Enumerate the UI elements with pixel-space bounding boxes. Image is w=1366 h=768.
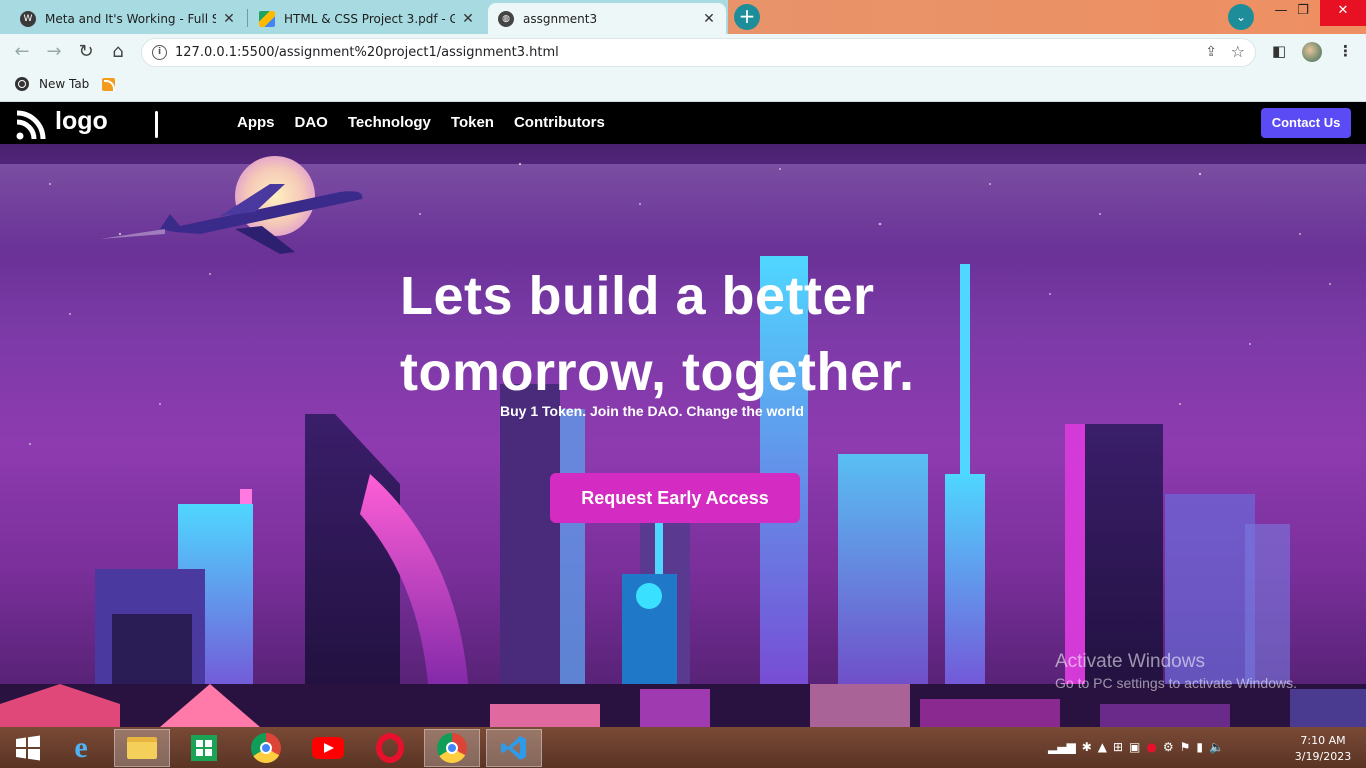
flag-icon[interactable]: ⚑ xyxy=(1180,740,1191,754)
nav-link-contributors[interactable]: Contributors xyxy=(514,114,605,131)
menu-icon[interactable]: ⋮ xyxy=(1338,42,1353,60)
volume-icon[interactable]: 🔈 xyxy=(1209,740,1224,754)
globe-icon xyxy=(15,77,29,91)
side-panel-icon[interactable]: ◧ xyxy=(1272,42,1286,60)
bluetooth-icon[interactable]: ✱ xyxy=(1082,740,1092,754)
youtube-icon[interactable] xyxy=(300,729,356,767)
url-text[interactable]: 127.0.0.1:5500/assignment%20project1/ass… xyxy=(175,45,559,60)
logo-text[interactable]: logo xyxy=(55,107,108,136)
close-window-button[interactable]: ✕ xyxy=(1320,0,1366,26)
tab-search-icon[interactable]: ⌄ xyxy=(1228,4,1254,30)
bookmark-new-tab[interactable]: New Tab xyxy=(15,77,89,91)
watermark-subtitle: Go to PC settings to activate Windows. xyxy=(1055,675,1297,691)
hero-subtitle: Buy 1 Token. Join the DAO. Change the wo… xyxy=(500,403,804,419)
site-navbar: logo Apps DAO Technology Token Contribut… xyxy=(0,103,1366,144)
new-tab-button[interactable]: + xyxy=(734,4,760,30)
share-icon[interactable]: ⇪ xyxy=(1205,44,1217,60)
clock-time: 7:10 AM xyxy=(1300,734,1346,747)
hero-heading: Lets build a better tomorrow, together. xyxy=(400,258,915,410)
network-icon[interactable]: ⊞ xyxy=(1113,740,1123,754)
file-explorer-icon[interactable] xyxy=(114,729,170,767)
tab-separator xyxy=(247,9,248,27)
globe-icon: ◍ xyxy=(498,10,514,27)
windows-start-icon[interactable] xyxy=(0,729,56,767)
contact-us-button[interactable]: Contact Us xyxy=(1261,108,1351,138)
tab-meta[interactable]: W Meta and It's Working - Full Stack ✕ xyxy=(10,3,246,34)
vscode-icon[interactable] xyxy=(486,729,542,767)
bookmarks-bar: New Tab xyxy=(0,70,1366,102)
rss-icon[interactable] xyxy=(102,78,115,91)
settings-icon[interactable]: ⚙ xyxy=(1163,740,1174,754)
store-icon[interactable] xyxy=(176,729,232,767)
clock-date: 3/19/2023 xyxy=(1294,750,1352,763)
tab-title: HTML & CSS Project 3.pdf - Google Drive xyxy=(284,11,455,26)
drive-icon[interactable]: ▲ xyxy=(1098,740,1107,754)
tab-title: Meta and It's Working - Full Stack xyxy=(45,11,216,26)
info-icon[interactable]: i xyxy=(152,45,167,60)
profile-avatar[interactable] xyxy=(1302,42,1322,62)
chrome-icon[interactable] xyxy=(424,729,480,767)
reload-icon[interactable]: ↻ xyxy=(74,40,98,64)
nav-link-apps[interactable]: Apps xyxy=(237,114,275,131)
nav-link-technology[interactable]: Technology xyxy=(348,114,431,131)
tab-title: assgnment3 xyxy=(523,11,598,26)
bookmark-star-icon[interactable]: ☆ xyxy=(1231,42,1245,61)
opera-tray-icon[interactable]: ● xyxy=(1146,740,1156,754)
request-early-access-button[interactable]: Request Early Access xyxy=(550,473,800,523)
signal-icon[interactable]: ▂▄▆ xyxy=(1048,740,1076,754)
back-icon[interactable]: ← xyxy=(10,40,34,64)
close-icon[interactable]: ✕ xyxy=(222,11,236,27)
internet-explorer-icon[interactable]: e xyxy=(53,729,109,767)
taskbar-clock[interactable]: 7:10 AM 3/19/2023 xyxy=(1290,733,1356,765)
activate-windows-watermark: Activate Windows Go to PC settings to ac… xyxy=(1055,651,1297,691)
watermark-title: Activate Windows xyxy=(1055,651,1205,672)
tab-strip: W Meta and It's Working - Full Stack ✕ H… xyxy=(0,0,1366,34)
logo-divider xyxy=(155,111,158,138)
google-drive-icon xyxy=(259,10,275,27)
home-icon[interactable]: ⌂ xyxy=(106,40,130,64)
restore-button[interactable]: ❐ xyxy=(1282,0,1324,26)
hero-heading-line2: tomorrow, together. xyxy=(400,342,915,402)
close-icon[interactable]: ✕ xyxy=(461,11,475,27)
city-illustration xyxy=(0,156,1366,727)
webpage: logo Apps DAO Technology Token Contribut… xyxy=(0,103,1366,727)
nav-link-token[interactable]: Token xyxy=(451,114,494,131)
nav-link-dao[interactable]: DAO xyxy=(295,114,328,131)
bookmark-label: New Tab xyxy=(39,77,90,91)
system-tray: ▂▄▆ ✱ ▲ ⊞ ▣ ● ⚙ ⚑ ▮ 🔈 xyxy=(1048,740,1224,754)
wordpress-icon: W xyxy=(20,10,36,27)
opera-icon[interactable] xyxy=(362,729,418,767)
chrome-icon[interactable] xyxy=(238,729,294,767)
address-bar[interactable]: i 127.0.0.1:5500/assignment%20project1/a… xyxy=(141,38,1256,67)
display-icon[interactable]: ▣ xyxy=(1129,740,1140,754)
tab-drive[interactable]: HTML & CSS Project 3.pdf - Google Drive … xyxy=(249,3,485,34)
battery-icon[interactable]: ▮ xyxy=(1196,740,1203,754)
hero-heading-line1: Lets build a better xyxy=(400,266,875,326)
taskbar: e ▂▄▆ ✱ ▲ ⊞ ▣ ● ⚙ ⚑ ▮ 🔈 7:10 AM 3/19/202… xyxy=(0,727,1366,768)
site-nav-links: Apps DAO Technology Token Contributors xyxy=(237,114,605,131)
tab-assgnment3[interactable]: ◍ assgnment3 ✕ xyxy=(488,3,726,34)
browser-toolbar: ← → ↻ ⌂ i 127.0.0.1:5500/assignment%20pr… xyxy=(0,34,1366,70)
forward-icon[interactable]: → xyxy=(42,40,66,64)
close-icon[interactable]: ✕ xyxy=(702,11,716,27)
logo-icon[interactable] xyxy=(15,109,47,141)
